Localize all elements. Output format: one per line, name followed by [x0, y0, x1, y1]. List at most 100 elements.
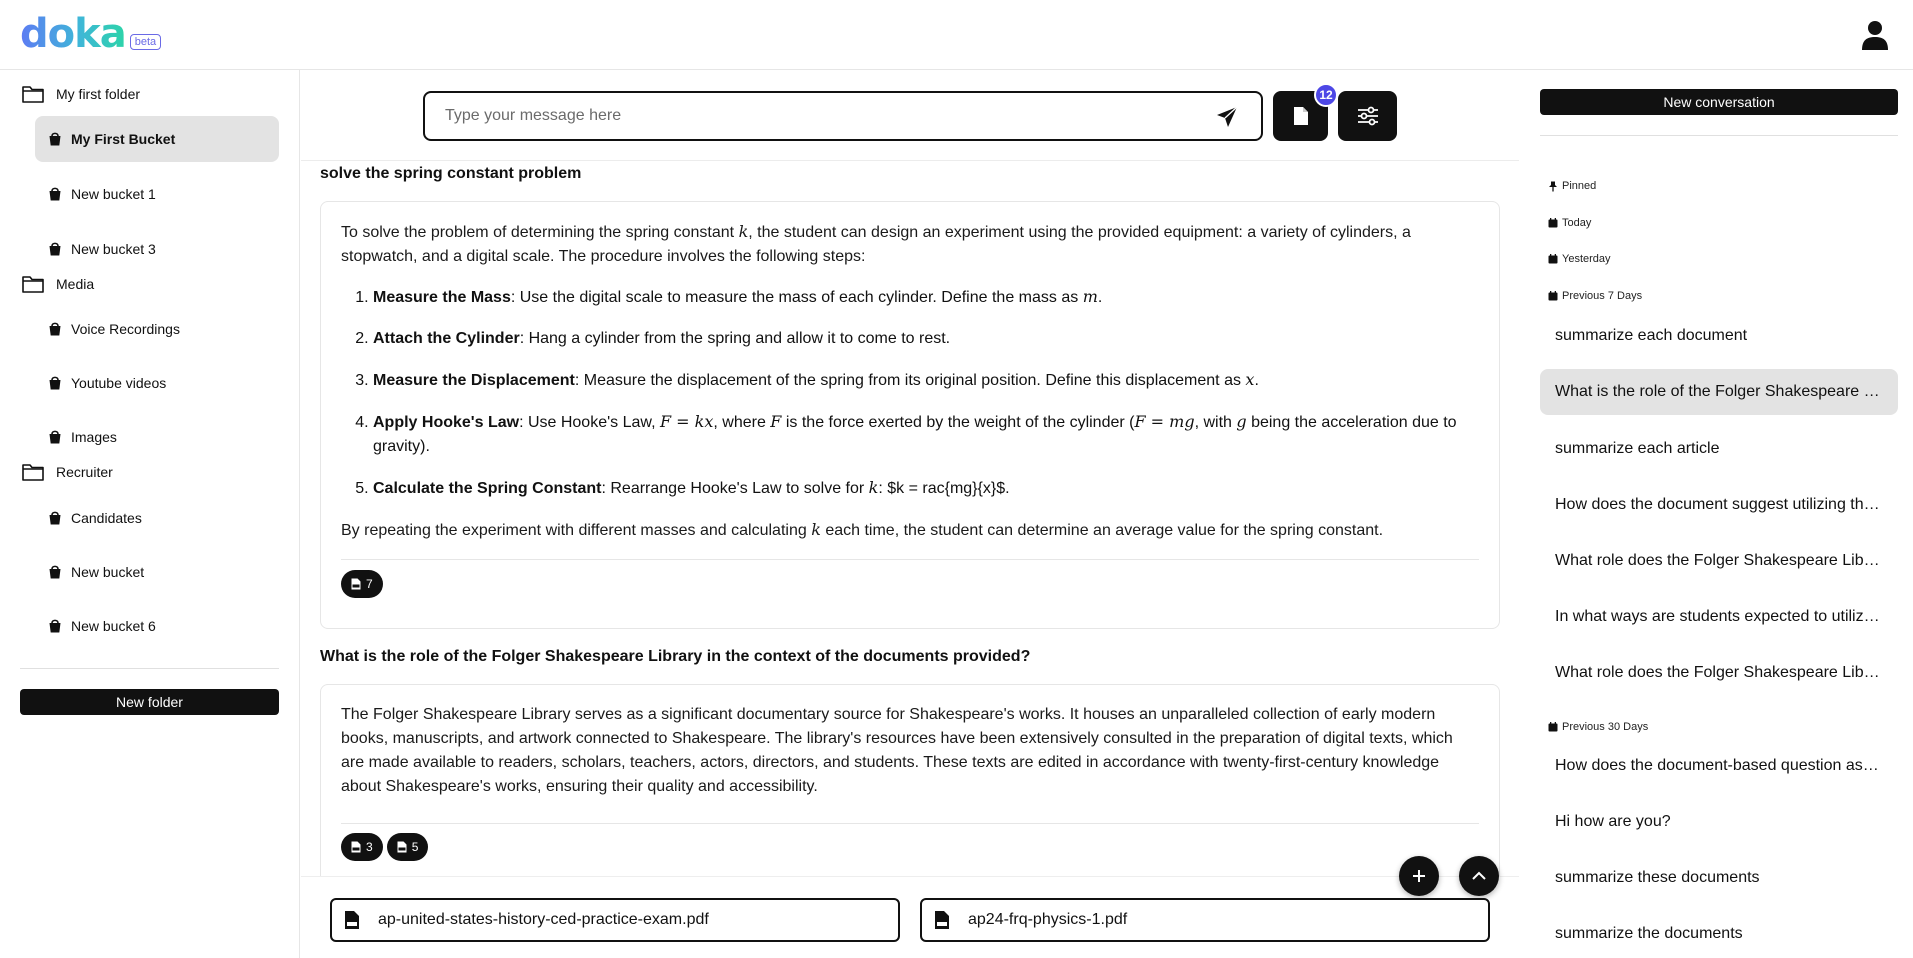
- source-chip[interactable]: 7: [341, 570, 383, 598]
- logo-text: doka: [20, 11, 127, 57]
- bucket-new-bucket-1[interactable]: New bucket 1: [35, 171, 279, 217]
- new-conversation-button[interactable]: New conversation: [1540, 89, 1898, 115]
- attached-file[interactable]: ap-united-states-history-ced-practice-ex…: [330, 898, 900, 942]
- question-title: What is the role of the Folger Shakespea…: [320, 648, 1031, 665]
- conversation-item[interactable]: summarize the documents: [1540, 911, 1898, 957]
- source-chip[interactable]: 5: [386, 833, 429, 861]
- attached-file[interactable]: ap24-frq-physics-1.pdf: [920, 898, 1490, 942]
- sources: 3 5: [341, 833, 1479, 861]
- folder-icon: [22, 276, 44, 293]
- bucket-label: New bucket 3: [71, 241, 156, 257]
- sidebar-divider: [20, 668, 279, 669]
- bucket-voice-recordings[interactable]: Voice Recordings: [35, 306, 279, 352]
- bucket-new-bucket[interactable]: New bucket: [35, 549, 279, 595]
- steps-list: Measure the Mass: Use the digital scale …: [341, 285, 1479, 501]
- conversation-item[interactable]: How does the document suggest utilizing …: [1540, 482, 1898, 528]
- bucket-icon: [49, 511, 61, 525]
- sources: 7: [341, 570, 1479, 598]
- sliders-icon: [1357, 106, 1378, 126]
- file-name: ap-united-states-history-ced-practice-ex…: [378, 911, 709, 928]
- conversation-item[interactable]: Hi how are you?: [1540, 799, 1898, 845]
- section-previous-30-days: Previous 30 Days: [1548, 721, 1648, 733]
- plus-icon: [1413, 870, 1425, 882]
- pdf-file-icon: [935, 911, 949, 929]
- bucket-images[interactable]: Images: [35, 414, 279, 460]
- message-input[interactable]: [445, 105, 1205, 127]
- documents-count-badge: 12: [1314, 83, 1338, 107]
- new-folder-button[interactable]: New folder: [20, 689, 279, 715]
- scroll-top-button[interactable]: [1459, 856, 1499, 896]
- card-divider: [341, 559, 1479, 560]
- conversation-item[interactable]: summarize each document: [1540, 313, 1898, 359]
- add-button[interactable]: [1399, 856, 1439, 896]
- folder-label: Recruiter: [56, 464, 113, 480]
- pdf-file-icon: [345, 911, 359, 929]
- conversation-item[interactable]: How does the document-based question ass…: [1540, 743, 1898, 789]
- logo[interactable]: doka beta: [20, 11, 162, 57]
- header-divider: [301, 160, 1519, 161]
- calendar-icon: [1548, 254, 1558, 264]
- bucket-my-first-bucket[interactable]: My First Bucket: [35, 116, 279, 162]
- bucket-youtube-videos[interactable]: Youtube videos: [35, 360, 279, 406]
- settings-button[interactable]: [1338, 91, 1397, 141]
- section-previous-7-days: Previous 7 Days: [1548, 290, 1642, 302]
- conversation-item[interactable]: What role does the Folger Shakespeare Li…: [1540, 650, 1898, 696]
- user-icon[interactable]: [1862, 20, 1888, 50]
- section-today: Today: [1548, 217, 1591, 229]
- bucket-label: New bucket 1: [71, 186, 156, 202]
- bucket-label: Images: [71, 429, 117, 445]
- bucket-label: Voice Recordings: [71, 321, 180, 337]
- pdf-icon: [351, 841, 361, 853]
- folder-icon: [22, 464, 44, 481]
- top-bar: doka beta: [0, 0, 1913, 70]
- calendar-icon: [1548, 291, 1558, 301]
- beta-badge: beta: [129, 34, 162, 50]
- documents-button[interactable]: 12: [1273, 83, 1338, 141]
- bucket-icon: [49, 132, 61, 146]
- list-item: Measure the Mass: Use the digital scale …: [373, 285, 1479, 310]
- list-item: Apply Hooke's Law: Use Hooke's Law, F = …: [373, 410, 1479, 459]
- answer-outro: By repeating the experiment with differe…: [341, 520, 1384, 539]
- bucket-icon: [49, 242, 61, 256]
- pdf-icon: [397, 841, 407, 853]
- conversation-item[interactable]: What is the role of the Folger Shakespea…: [1540, 369, 1898, 415]
- calendar-icon: [1548, 722, 1558, 732]
- conversation-item[interactable]: In what ways are students expected to ut…: [1540, 594, 1898, 640]
- list-item: Attach the Cylinder: Hang a cylinder fro…: [373, 327, 1479, 351]
- folder-media[interactable]: Media: [22, 272, 94, 296]
- chevron-up-icon: [1472, 871, 1486, 880]
- bucket-icon: [49, 322, 61, 336]
- section-yesterday: Yesterday: [1548, 253, 1611, 265]
- bucket-new-bucket-6[interactable]: New bucket 6: [35, 603, 279, 649]
- message-input-box: [423, 91, 1263, 141]
- send-icon[interactable]: [1215, 105, 1239, 129]
- list-item: Calculate the Spring Constant: Rearrange…: [373, 476, 1479, 501]
- answer-card: To solve the problem of determining the …: [320, 201, 1500, 629]
- bucket-icon: [49, 376, 61, 390]
- file-name: ap24-frq-physics-1.pdf: [968, 911, 1128, 928]
- question-title: solve the spring constant problem: [320, 165, 582, 182]
- section-pinned: Pinned: [1548, 180, 1596, 192]
- conversation-item[interactable]: summarize each article: [1540, 426, 1898, 472]
- bucket-new-bucket-3[interactable]: New bucket 3: [35, 226, 279, 272]
- conversation-item[interactable]: What role does the Folger Shakespeare Li…: [1540, 538, 1898, 584]
- pdf-icon: [351, 578, 361, 590]
- document-icon: [1293, 107, 1308, 125]
- list-item: Measure the Displacement: Measure the di…: [373, 368, 1479, 393]
- bucket-icon: [49, 187, 61, 201]
- folder-my-first-folder[interactable]: My first folder: [22, 82, 140, 106]
- folder-label: My first folder: [56, 86, 141, 102]
- bucket-label: New bucket 6: [71, 618, 156, 634]
- calendar-icon: [1548, 218, 1558, 228]
- bucket-candidates[interactable]: Candidates: [35, 495, 279, 541]
- answer-intro: To solve the problem of determining the …: [341, 222, 1411, 265]
- conversation-item[interactable]: summarize these documents: [1540, 855, 1898, 901]
- left-sidebar: My first folder My First Bucket New buck…: [0, 70, 300, 958]
- folder-label: Media: [56, 276, 95, 292]
- folder-icon: [22, 86, 44, 103]
- source-chip[interactable]: 3: [341, 833, 383, 861]
- card-divider: [341, 823, 1479, 824]
- folder-recruiter[interactable]: Recruiter: [22, 460, 113, 484]
- bucket-label: New bucket: [71, 564, 145, 580]
- conversations-sidebar: New conversation Pinned Today Yesterday …: [1520, 70, 1913, 958]
